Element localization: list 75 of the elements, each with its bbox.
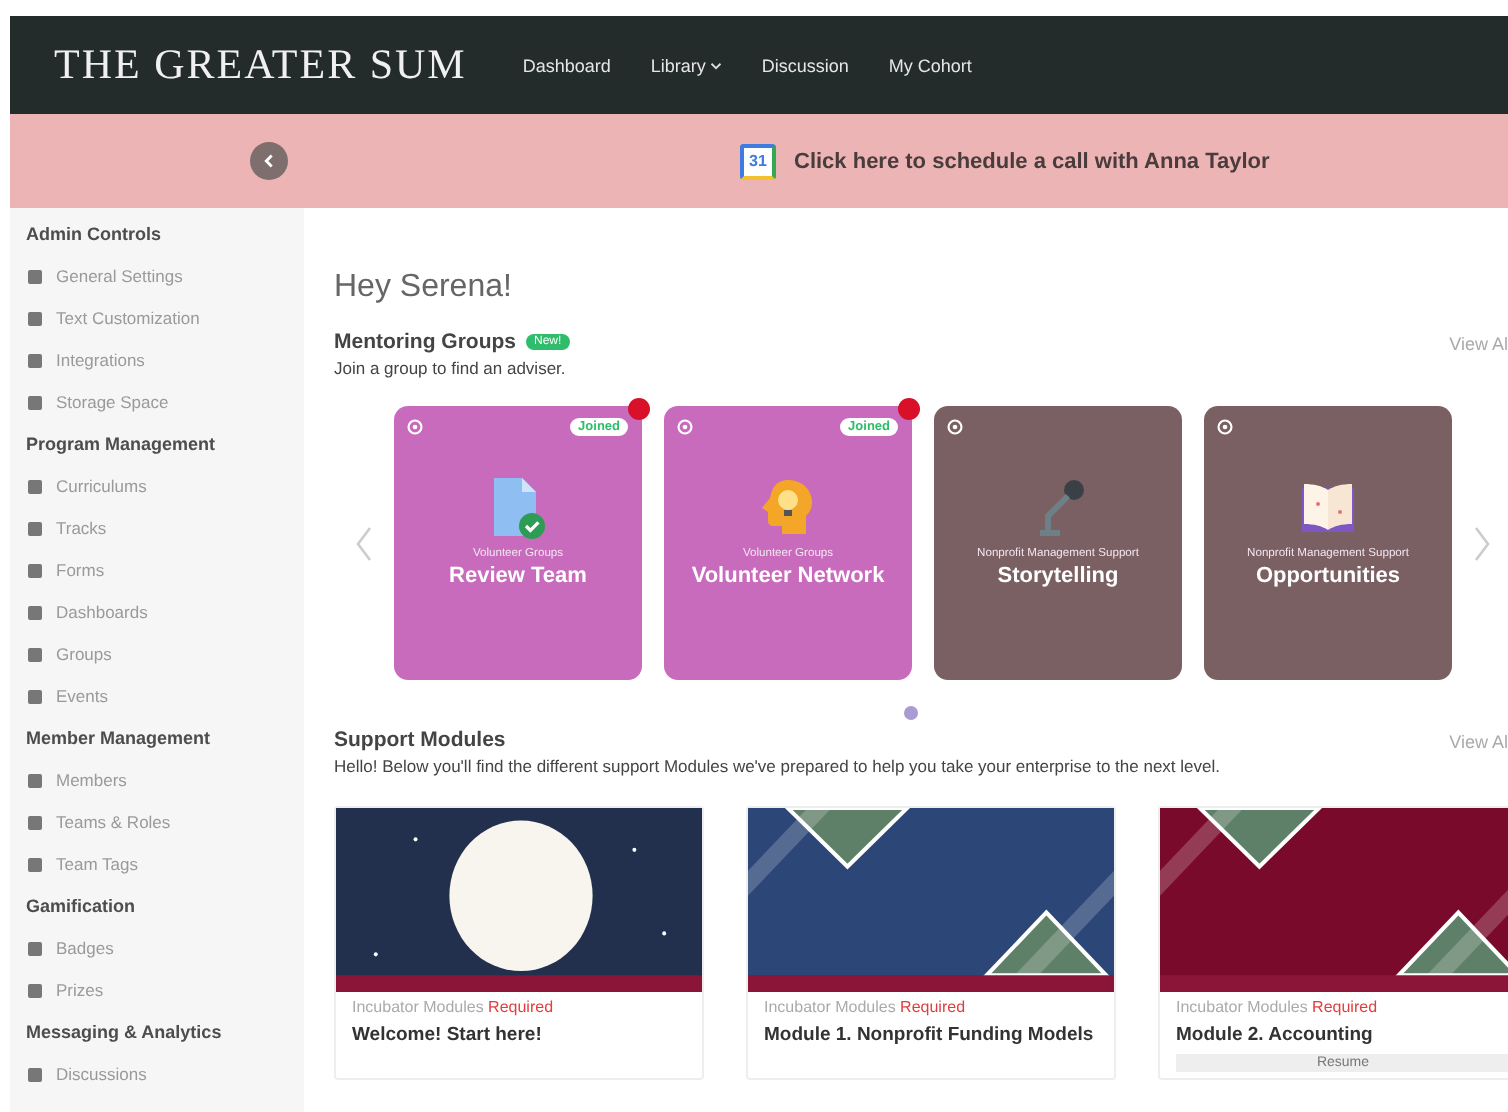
sidebar-item[interactable]: Tracks [26, 514, 304, 556]
settings-icon [1216, 418, 1234, 436]
group-name: Review Team [449, 564, 587, 588]
item-icon [28, 396, 42, 410]
caret-icon [709, 61, 722, 69]
chevron-right-icon [1472, 523, 1492, 563]
sidebar-item[interactable]: Teams & Roles [26, 808, 304, 850]
module-card[interactable]: Incubator Modules Required Module 1. Nonprofit Funding Models [746, 806, 1116, 1080]
item-icon [28, 480, 42, 494]
item-icon [28, 564, 42, 578]
sidebar-item[interactable]: Members [26, 766, 304, 808]
document-icon [488, 476, 548, 540]
settings-icon [406, 418, 424, 436]
item-icon [28, 354, 42, 368]
nav-link[interactable]: My Cohort [888, 55, 972, 75]
nav-link[interactable]: Library [650, 55, 722, 75]
sidebar-item[interactable]: Groups [26, 640, 304, 682]
sidebar-item[interactable]: Badges [26, 934, 304, 976]
item-icon [28, 690, 42, 704]
section-title: Member Management [26, 726, 213, 752]
module-category: Incubator Modules Required [764, 998, 968, 1016]
item-icon [28, 774, 42, 788]
item-icon [28, 522, 42, 536]
section-title: Admin Controls [26, 222, 163, 248]
sidebar-item[interactable]: Storage Space [26, 388, 304, 430]
sidebar-item[interactable]: Forms [26, 556, 304, 598]
item-icon [28, 312, 42, 326]
sidebar-item[interactable]: Prizes [26, 976, 304, 1018]
calendar-icon: 31 [740, 143, 776, 179]
sidebar-item[interactable]: Dashboards [26, 598, 304, 640]
settings-icon [676, 418, 694, 436]
section-heading: Mentoring Groups [334, 330, 516, 354]
nav-link[interactable]: Discussion [761, 55, 849, 75]
schedule-link[interactable]: 31 Click here to schedule a call with Anna Taylor [740, 143, 1270, 179]
item-icon [28, 816, 42, 830]
module-card[interactable]: Incubator Modules Required Welcome! Start here! [334, 806, 704, 1080]
module-title: Module 1. Nonprofit Funding Models [764, 1024, 1096, 1048]
nav-link[interactable]: Dashboard [522, 55, 611, 75]
module-category: Incubator Modules Required [1176, 998, 1380, 1016]
page-indicator[interactable] [904, 706, 918, 720]
view-all-link[interactable]: View Al [1449, 732, 1508, 776]
group-name: Volunteer Network [691, 564, 885, 588]
item-icon [28, 942, 42, 956]
module-title: Welcome! Start here! [352, 1024, 544, 1048]
view-all-link[interactable]: View Al [1449, 334, 1508, 378]
section-heading: Support Modules [334, 728, 506, 752]
module-title: Module 2. Accounting [1176, 1024, 1375, 1048]
settings-icon [946, 418, 964, 436]
section-subtitle: Hello! Below you'll find the different support Modules we've prepared to help you take your enterprise to the next level. [334, 756, 1220, 776]
head-lightbulb-icon [758, 476, 818, 540]
group-name: Opportunities [1255, 564, 1401, 588]
chevron-left-icon [354, 523, 374, 563]
sidebar-item[interactable]: Text Customization [26, 304, 304, 346]
sidebar-item[interactable]: General Settings [26, 262, 304, 304]
group-name: Storytelling [997, 564, 1119, 588]
module-category: Incubator Modules Required [352, 998, 556, 1016]
chevron-left-icon [259, 152, 277, 170]
greeting: Hey Serena! [334, 270, 514, 306]
item-icon [28, 1068, 42, 1082]
sidebar-item[interactable]: Curriculums [26, 472, 304, 514]
sidebar-item[interactable]: Events [26, 682, 304, 724]
sidebar-item[interactable]: Team Tags [26, 850, 304, 892]
item-icon [28, 984, 42, 998]
item-icon [28, 606, 42, 620]
collapse-button[interactable] [249, 142, 287, 180]
section-subtitle: Join a group to find an adviser. [334, 358, 568, 378]
item-icon [28, 648, 42, 662]
sidebar-item[interactable]: Discussions [26, 1060, 304, 1102]
item-icon [28, 270, 42, 284]
item-icon [28, 858, 42, 872]
logo[interactable]: THE GREATER SUM [54, 40, 467, 90]
section-title: Program Management [26, 432, 218, 458]
section-title: Messaging & Analytics [26, 1020, 224, 1046]
section-title: Gamification [26, 894, 138, 920]
sidebar-item[interactable]: Integrations [26, 346, 304, 388]
